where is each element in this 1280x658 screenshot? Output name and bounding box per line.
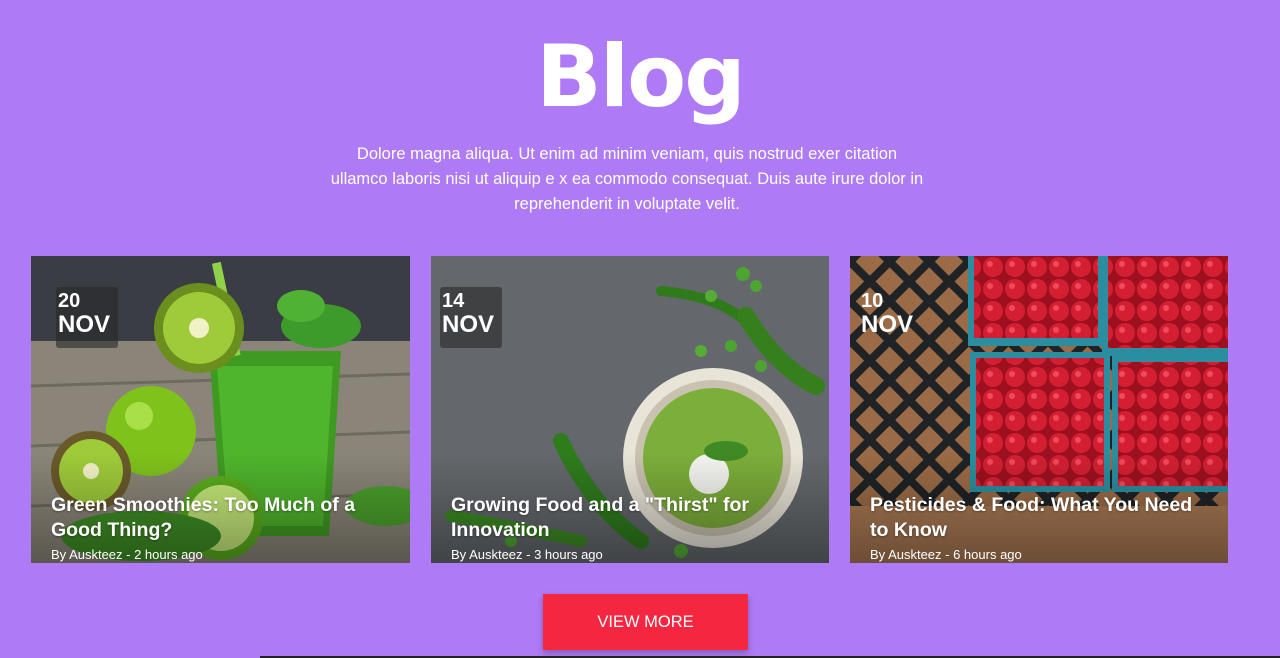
date-day: 14 bbox=[442, 290, 465, 312]
date-day: 10 bbox=[861, 290, 884, 312]
post-meta: By Auskteez - 3 hours ago bbox=[451, 547, 603, 562]
date-month: NOV bbox=[442, 311, 495, 338]
post-meta: By Auskteez - 2 hours ago bbox=[51, 547, 203, 562]
date-badge: 20 NOV bbox=[56, 287, 118, 348]
blog-card[interactable]: 14 NOV Growing Food and a "Thirst" for I… bbox=[431, 256, 829, 563]
date-badge: 14 NOV bbox=[440, 287, 502, 348]
post-title-link[interactable]: Pesticides & Food: What You Need to Know bbox=[870, 493, 1200, 543]
blog-section: Blog Dolore magna aliqua. Ut enim ad min… bbox=[0, 0, 1280, 658]
blog-card[interactable]: 20 NOV Green Smoothies: Too Much of a Go… bbox=[31, 256, 410, 563]
page-title: Blog bbox=[536, 27, 746, 127]
date-month: NOV bbox=[861, 311, 914, 338]
post-meta: By Auskteez - 6 hours ago bbox=[870, 547, 1022, 562]
blog-intro-text: Dolore magna aliqua. Ut enim ad minim ve… bbox=[330, 145, 924, 213]
date-day: 20 bbox=[58, 290, 81, 312]
date-badge: 10 NOV bbox=[859, 287, 921, 348]
blog-card[interactable]: 10 NOV Pesticides & Food: What You Need … bbox=[850, 256, 1228, 563]
post-title-link[interactable]: Green Smoothies: Too Much of a Good Thin… bbox=[51, 493, 381, 543]
post-title-link[interactable]: Growing Food and a "Thirst" for Innovati… bbox=[451, 493, 781, 543]
view-more-button[interactable]: VIEW MORE bbox=[543, 594, 748, 650]
date-month: NOV bbox=[58, 311, 111, 338]
